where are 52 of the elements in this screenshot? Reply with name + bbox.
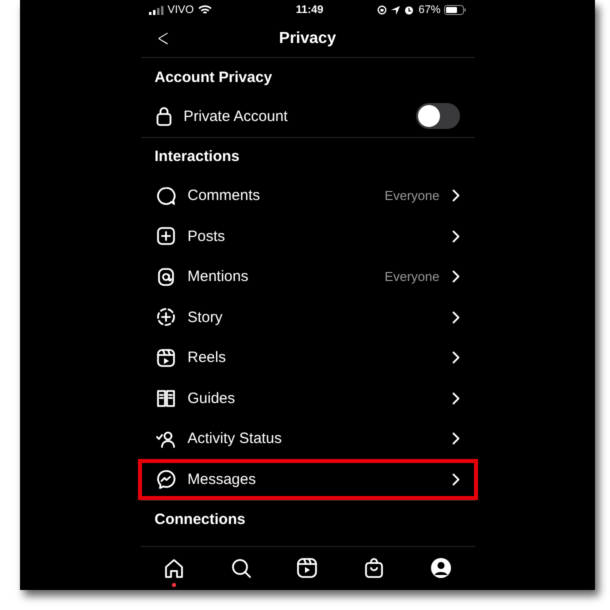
wifi-icon: [198, 5, 212, 15]
settings-row[interactable]: Activity Status: [138, 418, 478, 459]
settings-row[interactable]: Posts: [138, 216, 478, 256]
chevron-right-icon: [452, 230, 460, 243]
settings-row[interactable]: Story: [138, 297, 478, 338]
tab-bar-button[interactable]: [430, 557, 452, 579]
settings-row[interactable]: Messages: [138, 459, 478, 500]
search-icon: [230, 557, 252, 579]
screen-title: Privacy: [279, 30, 336, 48]
section-heading: Account Privacy: [154, 68, 272, 86]
messenger-icon: [156, 469, 176, 490]
tab-bar-button[interactable]: [363, 557, 386, 579]
open-book-icon: [156, 388, 176, 408]
carrier-name: VIVO: [168, 4, 194, 16]
back-button[interactable]: <: [154, 27, 171, 49]
chevron-right-icon: [452, 270, 460, 284]
private-account-toggle[interactable]: [416, 103, 460, 130]
clapper-play-icon: [156, 348, 176, 368]
section-heading: Connections: [154, 511, 246, 528]
chevron-right-icon: [452, 472, 460, 486]
battery-icon: [444, 5, 466, 15]
rotation-lock-icon: [377, 5, 388, 15]
settings-row[interactable]: Guides: [138, 378, 478, 418]
chevron-right-icon: [452, 310, 460, 324]
settings-row[interactable]: Mentions Everyone: [138, 256, 478, 297]
signal-icon: [148, 6, 164, 14]
section-heading: Interactions: [154, 148, 240, 165]
clapper-play-icon: [296, 557, 318, 579]
clock-time: 11:49: [296, 4, 324, 16]
chevron-right-icon: [452, 189, 460, 202]
active-dot: [172, 583, 176, 587]
location-arrow-icon: [391, 6, 400, 14]
setting-label: Private Account: [184, 108, 289, 125]
chevron-right-icon: [452, 351, 460, 364]
home-icon: [162, 557, 185, 579]
chevron-right-icon: [452, 392, 460, 405]
alarm-clock-icon: [404, 5, 414, 15]
tab-bar-button[interactable]: [162, 557, 185, 587]
battery-percent: 67%: [418, 4, 440, 16]
comment-bubble-icon: [156, 186, 176, 206]
padlock-icon: [156, 106, 172, 126]
chevron-right-icon: [452, 432, 460, 446]
settings-row[interactable]: Reels: [138, 338, 478, 378]
profile-icon: [430, 557, 452, 579]
plus-square-icon: [156, 226, 176, 246]
person-check-icon: [156, 428, 176, 449]
tab-bar-button[interactable]: [230, 557, 252, 579]
shopping-bag-icon: [363, 557, 386, 579]
at-sign-icon: [156, 266, 176, 287]
tab-bar-button[interactable]: [296, 557, 318, 579]
settings-row[interactable]: Comments Everyone: [138, 176, 478, 216]
dashed-circle-plus-icon: [156, 307, 176, 328]
